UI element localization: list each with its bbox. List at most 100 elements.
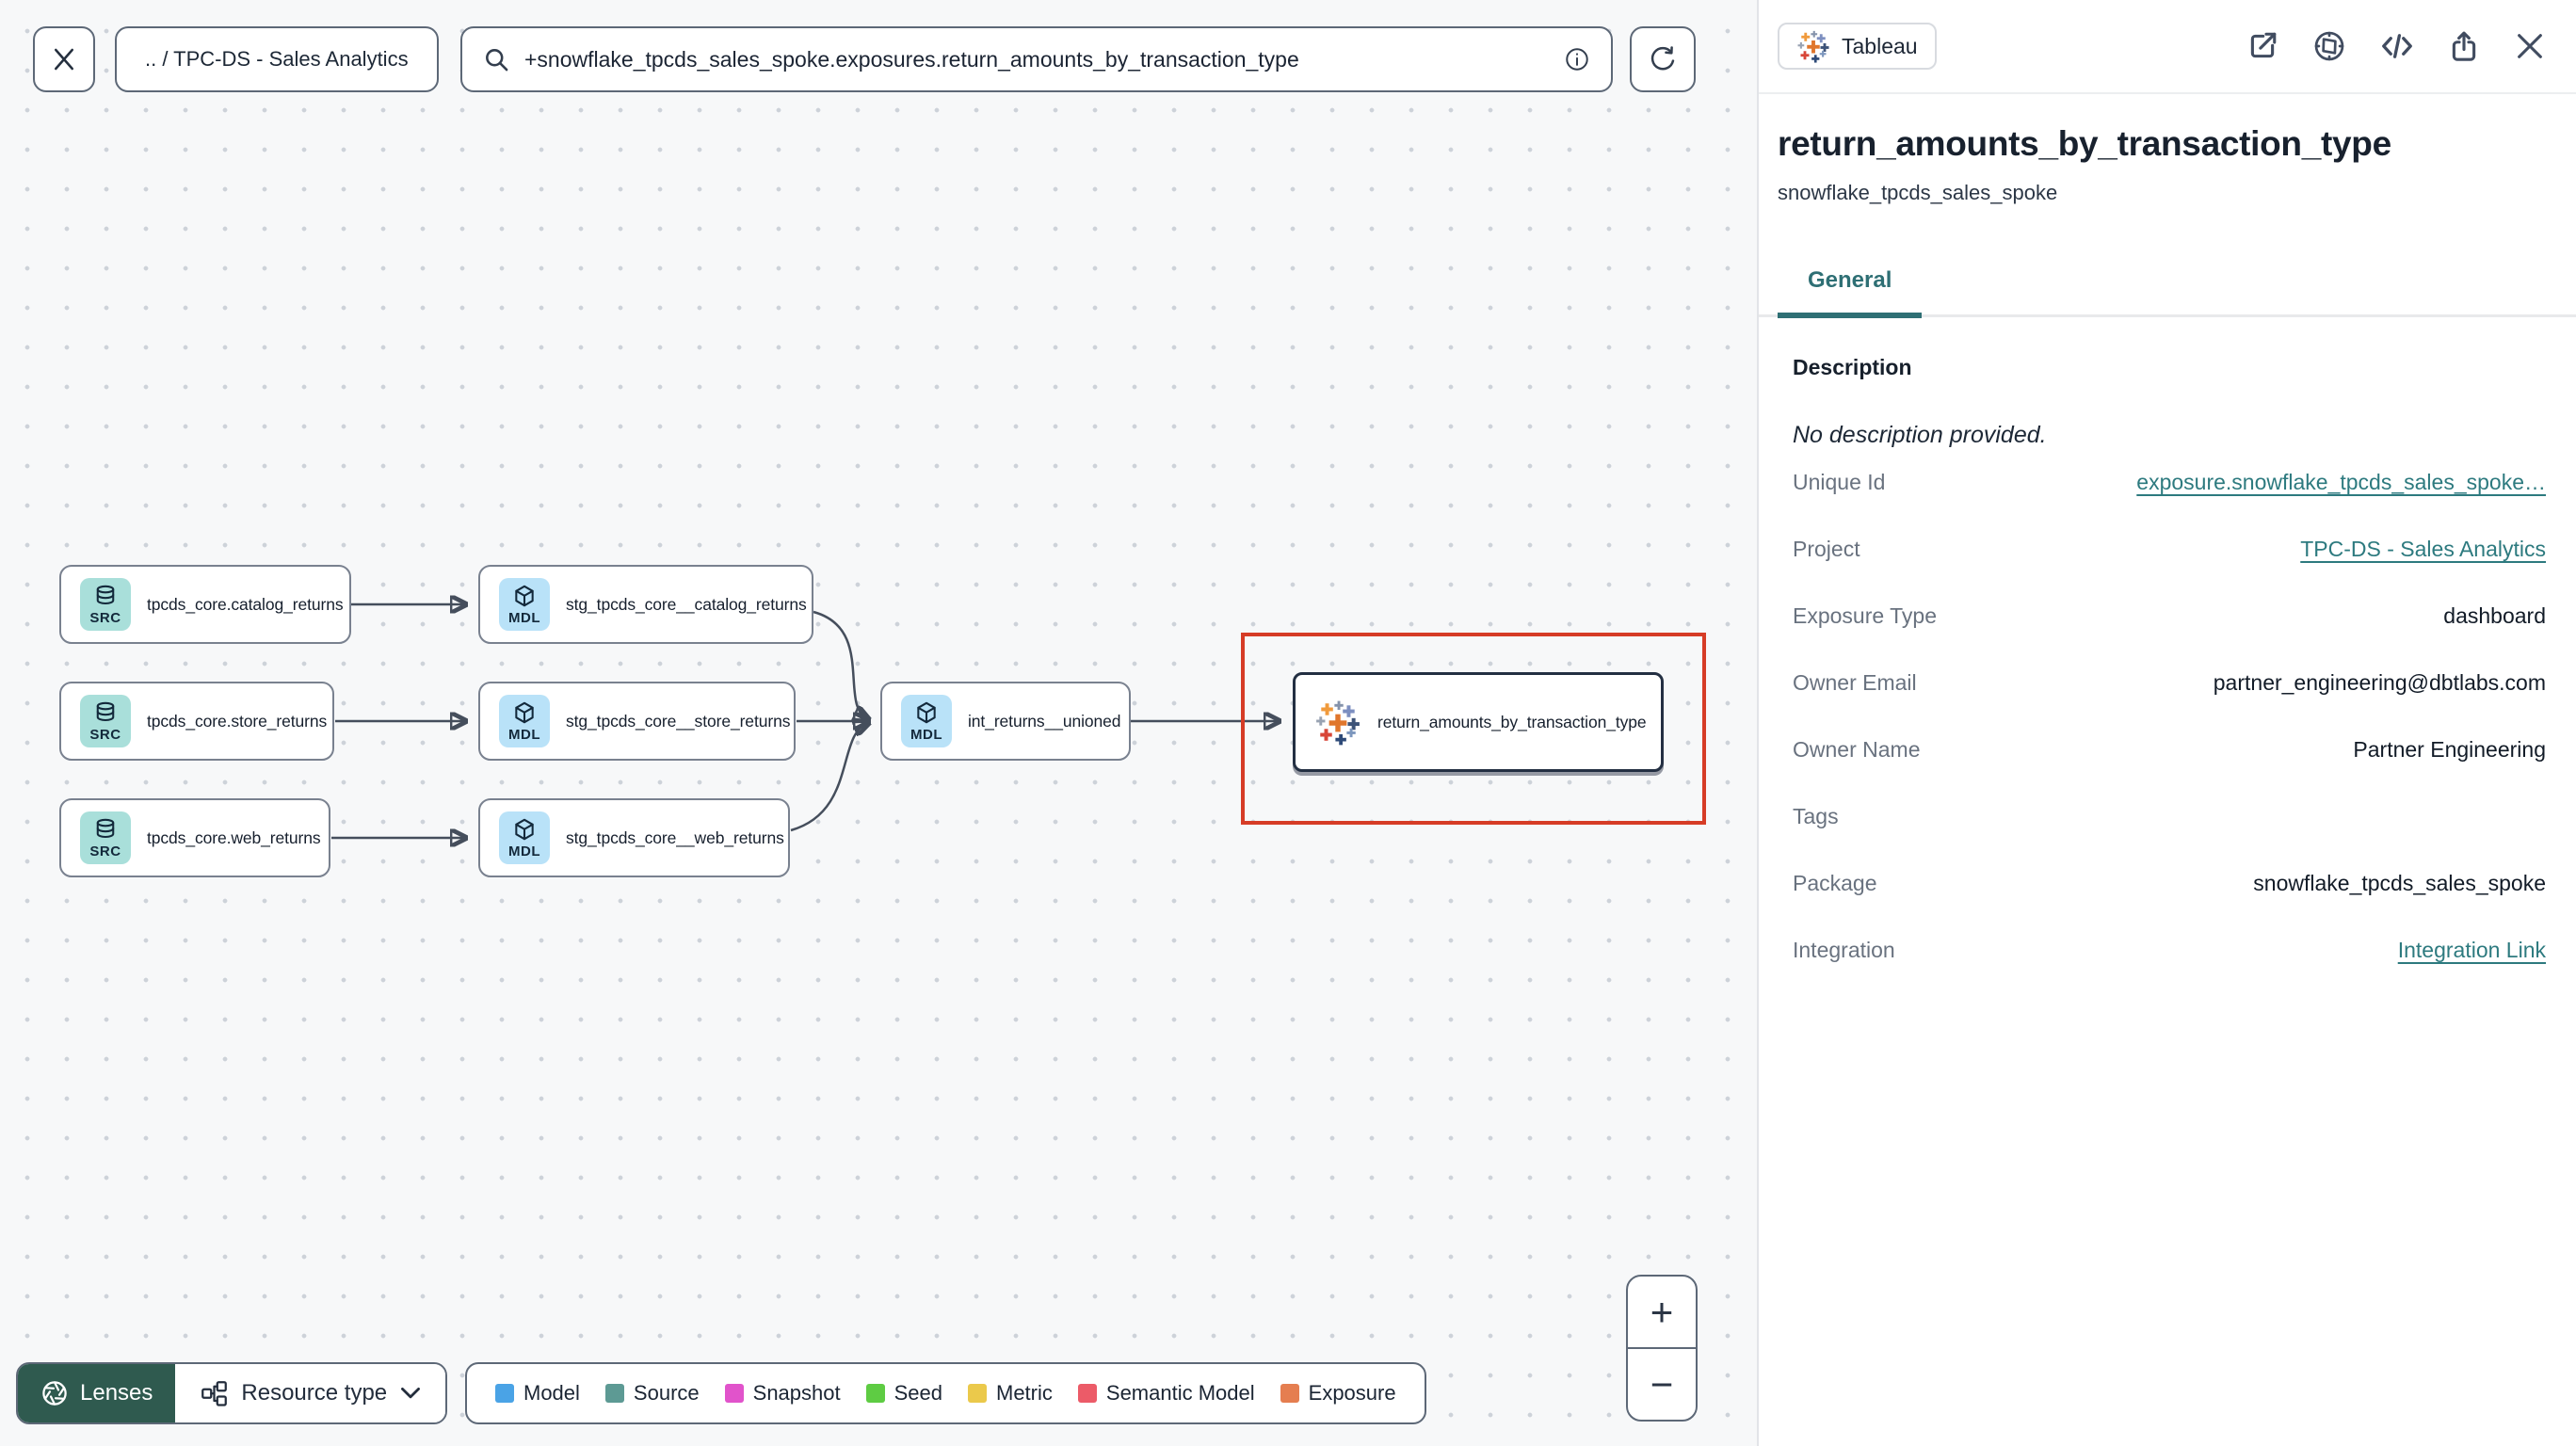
- property-row: Tags: [1793, 804, 2546, 871]
- close-lineage-button[interactable]: [33, 26, 95, 92]
- legend-item: Exposure: [1280, 1381, 1396, 1406]
- legend-label: Exposure: [1308, 1381, 1396, 1405]
- database-icon: [93, 817, 118, 844]
- resource-type-badge: MDL: [499, 811, 550, 864]
- panel-title-block: return_amounts_by_transaction_type snowf…: [1759, 94, 2576, 205]
- property-row: Exposure Type dashboard: [1793, 603, 2546, 670]
- badge-label: MDL: [508, 727, 540, 743]
- legend-label: Snapshot: [752, 1381, 841, 1405]
- database-icon: [93, 584, 118, 611]
- aperture-icon: [40, 1379, 69, 1407]
- property-row: Owner Name Partner Engineering: [1793, 737, 2546, 804]
- database-icon: [93, 700, 118, 728]
- property-row: Integration Integration Link: [1793, 938, 2546, 1004]
- close-icon: [50, 45, 78, 73]
- legend-swatch: [495, 1384, 514, 1403]
- node-label: stg_tpcds_core__store_returns: [566, 711, 791, 731]
- resource-type-badge: MDL: [901, 695, 952, 747]
- breadcrumb[interactable]: .. / TPC-DS - Sales Analytics: [115, 26, 439, 92]
- zoom-in-button[interactable]: +: [1628, 1277, 1696, 1349]
- legend-label: Source: [633, 1381, 700, 1405]
- share-icon[interactable]: [2448, 30, 2480, 62]
- legend-item: Metric: [968, 1381, 1053, 1406]
- cube-icon: [512, 817, 537, 844]
- lineage-node[interactable]: SRC tpcds_core.catalog_returns: [59, 565, 351, 644]
- property-value: Integration Link: [2397, 937, 2546, 962]
- properties-list: Unique Id exposure.snowflake_tpcds_sales…: [1793, 470, 2546, 1004]
- resource-type-icon: [200, 1379, 228, 1407]
- tab-general[interactable]: General: [1778, 267, 1923, 318]
- node-label: tpcds_core.catalog_returns: [147, 594, 344, 614]
- code-icon[interactable]: [2380, 29, 2414, 63]
- resource-type-dropdown[interactable]: Resource type: [175, 1364, 446, 1422]
- panel-tabs: General: [1759, 267, 2576, 318]
- legend-swatch: [865, 1384, 885, 1403]
- resource-type-badge: MDL: [499, 695, 550, 747]
- external-link-icon[interactable]: [2246, 30, 2278, 62]
- resource-type-label: Resource type: [241, 1380, 388, 1406]
- property-value: exposure.snowflake_tpcds_sales_spoke…: [2136, 469, 2546, 494]
- panel-actions: [2246, 29, 2546, 63]
- legend-swatch: [1077, 1384, 1097, 1403]
- zoom-out-button[interactable]: −: [1628, 1349, 1696, 1420]
- badge-label: SRC: [89, 610, 121, 626]
- page-title: return_amounts_by_transaction_type: [1778, 124, 2391, 163]
- node-label: tpcds_core.web_returns: [147, 827, 321, 847]
- lineage-node[interactable]: MDL int_returns__unioned: [880, 682, 1131, 761]
- property-value: dashboard: [2443, 602, 2546, 628]
- lineage-search-bar: [460, 26, 1613, 92]
- badge-label: MDL: [910, 727, 942, 743]
- legend-swatch: [1280, 1384, 1299, 1403]
- node-label: stg_tpcds_core__catalog_returns: [566, 594, 807, 614]
- resource-type-badge: SRC: [80, 578, 131, 631]
- lineage-node[interactable]: SRC tpcds_core.store_returns: [59, 682, 334, 761]
- description-text: No description provided.: [1793, 421, 2047, 448]
- canvas-zoom-control: + −: [1626, 1275, 1698, 1422]
- legend-swatch: [968, 1384, 987, 1403]
- refresh-button[interactable]: [1630, 26, 1696, 92]
- lineage-node[interactable]: MDL stg_tpcds_core__catalog_returns: [478, 565, 813, 644]
- property-row: Unique Id exposure.snowflake_tpcds_sales…: [1793, 470, 2546, 537]
- resource-type-badge: MDL: [499, 578, 550, 631]
- integration-badge: Tableau: [1778, 23, 1937, 70]
- property-label: Unique Id: [1793, 469, 1886, 494]
- property-label: Owner Email: [1793, 669, 1917, 695]
- cube-icon: [914, 700, 939, 728]
- resource-legend: Model Source Snapshot Seed Metric Semant…: [465, 1362, 1426, 1424]
- badge-label: MDL: [508, 844, 540, 860]
- lenses-label: Lenses: [80, 1380, 153, 1406]
- resource-type-badge: SRC: [80, 811, 131, 864]
- legend-item: Source: [604, 1381, 700, 1406]
- dbt-explorer-app: SRC tpcds_core.catalog_returns SRC tpcds…: [0, 0, 2576, 1446]
- legend-item: Semantic Model: [1077, 1381, 1255, 1406]
- property-value: partner_engineering@dbtlabs.com: [2213, 669, 2546, 695]
- lineage-node[interactable]: MDL stg_tpcds_core__store_returns: [478, 682, 796, 761]
- details-panel-header: Tableau: [1759, 0, 2576, 94]
- integration-badge-label: Tableau: [1842, 33, 1918, 58]
- details-panel: Tableau return_amounts_by_transaction_ty…: [1757, 0, 2576, 1446]
- node-label: stg_tpcds_core__web_returns: [566, 827, 784, 847]
- lineage-node[interactable]: SRC tpcds_core.web_returns: [59, 798, 330, 877]
- property-label: Tags: [1793, 803, 1839, 828]
- property-value: Partner Engineering: [2353, 736, 2546, 762]
- lineage-node[interactable]: MDL stg_tpcds_core__web_returns: [478, 798, 790, 877]
- search-icon: [483, 46, 509, 72]
- lineage-canvas[interactable]: SRC tpcds_core.catalog_returns SRC tpcds…: [0, 0, 1757, 1446]
- cube-icon: [512, 584, 537, 611]
- legend-swatch: [724, 1384, 744, 1403]
- property-value: TPC-DS - Sales Analytics: [2300, 536, 2546, 561]
- close-panel-icon[interactable]: [2514, 30, 2546, 62]
- node-label: tpcds_core.store_returns: [147, 711, 328, 731]
- tableau-icon: [1796, 29, 1830, 63]
- node-label: return_amounts_by_transaction_type: [1377, 712, 1647, 731]
- package-subtitle: snowflake_tpcds_sales_spoke: [1778, 181, 2058, 204]
- chevron-down-icon: [400, 1387, 421, 1400]
- lenses-button[interactable]: Lenses: [18, 1364, 176, 1422]
- compass-icon[interactable]: [2312, 29, 2346, 63]
- info-icon[interactable]: [1564, 46, 1590, 72]
- property-row: Owner Email partner_engineering@dbtlabs.…: [1793, 670, 2546, 737]
- badge-label: SRC: [89, 844, 121, 860]
- legend-item: Model: [495, 1381, 580, 1406]
- lineage-node[interactable]: return_amounts_by_transaction_type: [1293, 672, 1664, 772]
- search-input[interactable]: [524, 46, 1549, 72]
